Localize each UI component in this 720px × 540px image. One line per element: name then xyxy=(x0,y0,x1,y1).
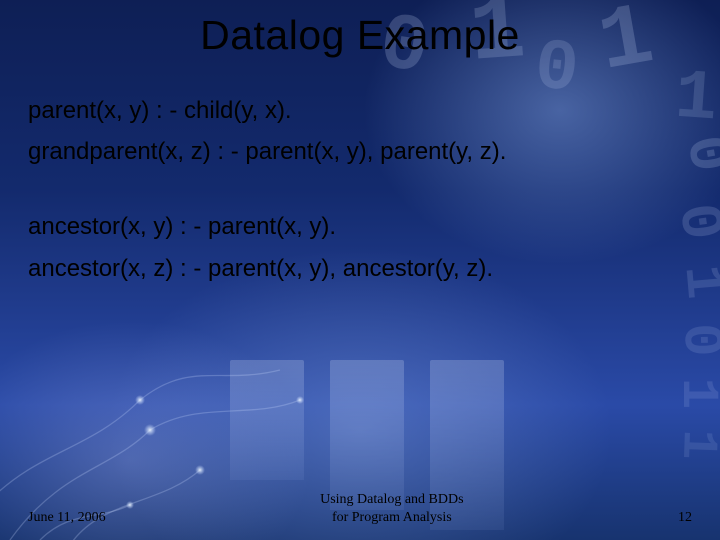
rule-line: ancestor(x, y) : - parent(x, y). xyxy=(28,208,692,245)
footer-center-line2: for Program Analysis xyxy=(332,510,452,525)
slide-body: parent(x, y) : - child(y, x). grandparen… xyxy=(28,92,692,291)
footer-center: Using Datalog and BDDs for Program Analy… xyxy=(320,491,464,526)
slide: 0 1 0 1 1 0 0 1 0 1 1 xyxy=(0,0,720,540)
slide-footer: June 11, 2006 Using Datalog and BDDs for… xyxy=(28,491,692,526)
slide-title: Datalog Example xyxy=(0,12,720,59)
rule-line: ancestor(x, z) : - parent(x, y), ancesto… xyxy=(28,250,692,287)
rule-line: grandparent(x, z) : - parent(x, y), pare… xyxy=(28,133,692,170)
footer-date: June 11, 2006 xyxy=(28,510,106,526)
footer-page-number: 12 xyxy=(678,510,692,526)
blank-line xyxy=(28,174,692,208)
footer-center-line1: Using Datalog and BDDs xyxy=(320,492,464,507)
rule-line: parent(x, y) : - child(y, x). xyxy=(28,92,692,129)
